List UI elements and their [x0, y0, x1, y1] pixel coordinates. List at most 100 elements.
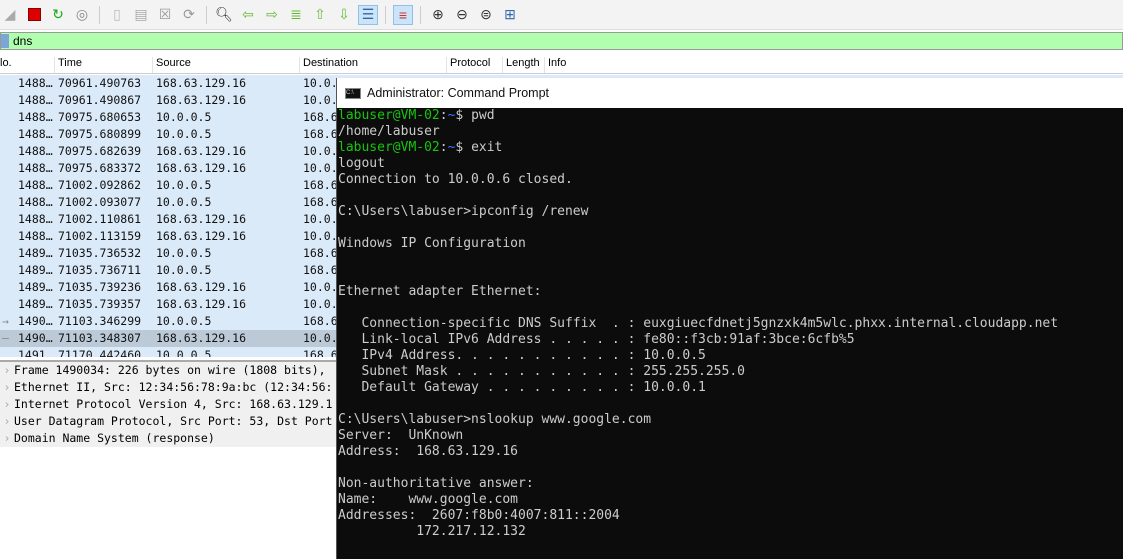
command-prompt-window[interactable]: C:\ Administrator: Command Prompt labuse… [336, 78, 1123, 559]
detail-text: Ethernet II, Src: 12:34:56:78:9a:bc (12:… [14, 380, 333, 394]
terminal-text: exit [471, 140, 503, 155]
terminal-output[interactable]: labuser@VM-02:~$ pwd/home/labuser labuser… [337, 108, 1123, 559]
terminal-line: Connection to 10.0.0.6 closed. [338, 172, 1123, 188]
cmd-title-bar[interactable]: C:\ Administrator: Command Prompt [337, 78, 1123, 108]
terminal-line: logout [338, 156, 1123, 172]
resize-columns-icon[interactable]: ⊞ [500, 5, 520, 25]
terminal-text: Non-authoritative answer: [338, 476, 534, 491]
display-filter-input[interactable]: dns [0, 32, 1123, 50]
back-icon[interactable]: ⇦ [238, 5, 258, 25]
expand-arrow-icon[interactable]: › [0, 430, 14, 447]
packet-no: 1490… [18, 314, 53, 328]
packet-src: 168.63.129.16 [156, 76, 247, 90]
close-icon[interactable]: ☒ [155, 5, 175, 25]
terminal-text: Ethernet adapter Ethernet: [338, 284, 542, 299]
last-icon[interactable]: ⇩ [334, 5, 354, 25]
column-source[interactable]: Source [152, 57, 191, 73]
reload-icon[interactable]: ⟳ [179, 5, 199, 25]
cmd-title: Administrator: Command Prompt [367, 86, 550, 100]
open-icon[interactable]: ▯ [107, 5, 127, 25]
autoscroll-icon[interactable]: ☰ [358, 4, 378, 25]
column-time[interactable]: Time [54, 57, 82, 73]
first-icon[interactable]: ⇧ [310, 5, 330, 25]
packet-time: 70975.680899 [58, 127, 142, 141]
packet-time: 70961.490867 [58, 93, 142, 107]
detail-tree-item[interactable]: › Domain Name System (response) [0, 430, 336, 447]
bookmark-icon[interactable] [1, 34, 9, 48]
packet-time: 71002.093077 [58, 195, 142, 209]
column-destination[interactable]: Destination [299, 57, 358, 73]
prompt-part: labuser@VM-02 [338, 140, 440, 155]
save-icon[interactable]: ▤ [131, 5, 151, 25]
packet-dst: 10.0. [303, 93, 338, 107]
expand-arrow-icon[interactable]: › [0, 362, 14, 379]
zoom-out-icon[interactable]: ⊖ [452, 5, 472, 25]
detail-tree-item[interactable]: › Internet Protocol Version 4, Src: 168.6… [0, 396, 336, 413]
packet-details: › Frame 1490034: 226 bytes on wire (1808 … [0, 360, 336, 450]
terminal-text: Name: www.google.com [338, 492, 519, 507]
zoom-in-icon[interactable]: ⊕ [428, 5, 448, 25]
restart-icon[interactable]: ↻ [48, 5, 68, 25]
packet-no: 1488… [18, 229, 53, 243]
detail-tree-item[interactable]: › Frame 1490034: 226 bytes on wire (1808 … [0, 362, 336, 379]
toolbar-separator [99, 5, 100, 24]
packet-no: 1488… [18, 195, 53, 209]
packet-src: 168.63.129.16 [156, 144, 247, 158]
stop-icon[interactable] [24, 5, 44, 25]
packet-src: 10.0.0.5 [156, 263, 212, 277]
terminal-line: Server: UnKnown [338, 428, 1123, 444]
packet-no: 1489… [18, 280, 53, 294]
terminal-line: C:\Users\labuser>ipconfig /renew [338, 204, 1123, 220]
terminal-text: Connection to 10.0.0.6 closed. [338, 172, 573, 187]
packet-dst: 168.6 [303, 263, 338, 277]
packet-dst: 168.6 [303, 195, 338, 209]
packet-no: 1488… [18, 76, 53, 90]
zoom-reset-icon[interactable]: ⊜ [476, 5, 496, 25]
detail-tree-item[interactable]: › Ethernet II, Src: 12:34:56:78:9a:bc (12… [0, 379, 336, 396]
packet-no: 1488… [18, 110, 53, 124]
packet-no: 1488… [18, 144, 53, 158]
colorize-icon[interactable]: ≡ [393, 4, 413, 25]
column-info[interactable]: Info [544, 57, 566, 73]
packet-no: 1488… [18, 178, 53, 192]
packet-src: 168.63.129.16 [156, 229, 247, 243]
detail-text: Domain Name System (response) [14, 431, 215, 445]
packet-src: 10.0.0.5 [156, 127, 212, 141]
detail-tree-item[interactable]: › User Datagram Protocol, Src Port: 53, D… [0, 413, 336, 430]
packet-dst: 168.6 [303, 110, 338, 124]
expand-arrow-icon[interactable]: › [0, 379, 14, 396]
terminal-line: /home/labuser [338, 124, 1123, 140]
column-no[interactable]: lo. [0, 57, 12, 73]
packet-dst: 168.6 [303, 246, 338, 260]
packet-src: 10.0.0.5 [156, 110, 212, 124]
terminal-text: Addresses: 2607:f8b0:4007:811::2004 [338, 508, 620, 523]
packet-src: 168.63.129.16 [156, 212, 247, 226]
column-length[interactable]: Length [502, 57, 540, 73]
toolbar-separator [206, 5, 207, 24]
prompt-part: labuser@VM-02 [338, 108, 440, 123]
forward-icon[interactable]: ⇨ [262, 5, 282, 25]
packet-no: 1488… [18, 212, 53, 226]
terminal-text: IPv4 Address. . . . . . . . . . . : 10.0… [338, 348, 706, 363]
packet-dst: 10.0. [303, 280, 338, 294]
options-icon[interactable]: ◎ [72, 5, 92, 25]
find-icon[interactable]: 🔍︎ [214, 5, 234, 25]
column-protocol[interactable]: Protocol [446, 57, 490, 73]
packet-no: 1488… [18, 161, 53, 175]
goto-icon[interactable]: ≣ [286, 5, 306, 25]
expand-arrow-icon[interactable]: › [0, 413, 14, 430]
packet-list-header: lo. Time Source Destination Protocol Len… [0, 54, 1123, 74]
terminal-line: Link-local IPv6 Address . . . . . : fe80… [338, 332, 1123, 348]
shark-fin-icon[interactable]: ◢ [0, 5, 20, 25]
terminal-line: labuser@VM-02:~$ exit [338, 140, 1123, 156]
packet-dst: 168.6 [303, 127, 338, 141]
packet-dst: 168.6 [303, 314, 338, 328]
packet-no: 1489… [18, 263, 53, 277]
terminal-text: logout [338, 156, 385, 171]
packet-dst: 168.6 [303, 348, 338, 357]
expand-arrow-icon[interactable]: › [0, 396, 14, 413]
